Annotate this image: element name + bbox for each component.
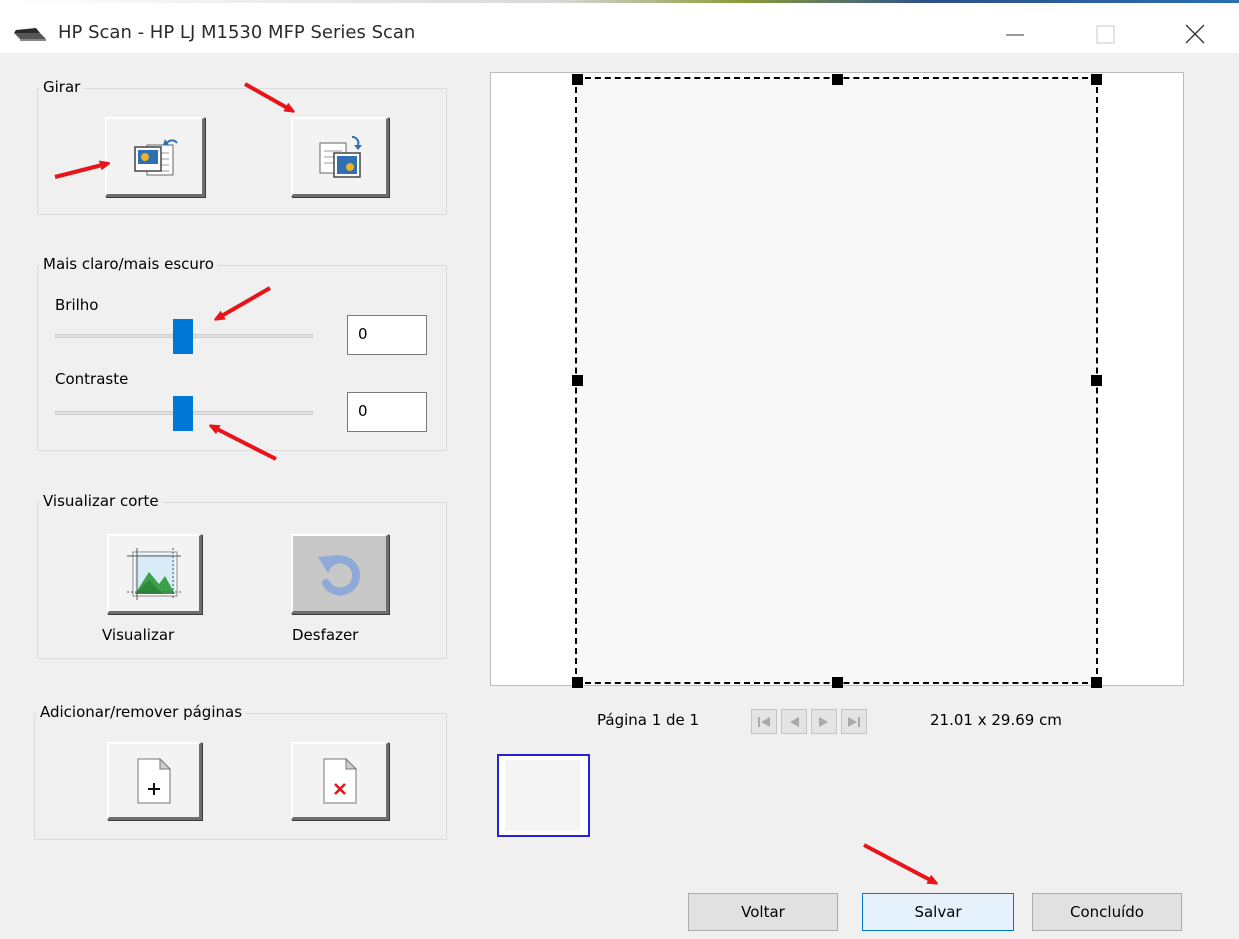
next-page-button[interactable] (811, 709, 837, 734)
prev-page-icon (790, 716, 799, 727)
brightness-group-label: Mais claro/mais escuro (40, 255, 217, 273)
crop-selection-box[interactable] (575, 77, 1098, 684)
brightness-label: Brilho (55, 296, 99, 314)
arrow-save (863, 843, 934, 882)
page-dimensions: 21.01 x 29.69 cm (930, 711, 1062, 729)
rotate-left-button[interactable] (105, 117, 205, 197)
last-page-button[interactable] (841, 709, 867, 734)
crop-preview-group-label: Visualizar corte (40, 492, 162, 510)
first-page-icon (758, 716, 770, 727)
preview-crop-button[interactable] (107, 534, 202, 614)
contrast-label: Contraste (55, 370, 129, 388)
page-thumbnail[interactable] (497, 754, 590, 837)
window-title: HP Scan - HP LJ M1530 MFP Series Scan (58, 22, 416, 43)
brightness-slider-thumb[interactable] (173, 319, 193, 354)
crop-handle-top-center[interactable] (832, 74, 843, 85)
crop-handle-top-left[interactable] (572, 74, 583, 85)
add-page-button[interactable] (107, 742, 202, 820)
close-icon (1185, 24, 1205, 44)
minimize-icon (1006, 34, 1024, 36)
brightness-value-field[interactable]: 0 (347, 315, 427, 355)
contrast-value-field[interactable]: 0 (347, 392, 427, 432)
save-button[interactable]: Salvar (862, 893, 1014, 931)
minimize-button[interactable] (992, 11, 1038, 51)
undo-icon (317, 554, 360, 595)
first-page-button[interactable] (751, 709, 777, 734)
crop-handle-middle-left[interactable] (572, 375, 583, 386)
preview-crop-label: Visualizar (102, 626, 175, 644)
scan-preview-area[interactable] (490, 72, 1184, 688)
prev-page-button[interactable] (781, 709, 807, 734)
rotate-right-icon (319, 135, 362, 178)
page-thumbnail-image (505, 760, 580, 831)
rotate-group-label: Girar (40, 78, 84, 96)
crop-handle-bottom-center[interactable] (832, 677, 843, 688)
maximize-icon (1096, 25, 1115, 44)
pages-group-label: Adicionar/remover páginas (37, 703, 246, 721)
done-button[interactable]: Concluído (1032, 893, 1182, 931)
crop-handle-top-right[interactable] (1091, 74, 1102, 85)
crop-handle-middle-right[interactable] (1091, 375, 1102, 386)
remove-page-icon (323, 757, 357, 803)
add-page-icon (137, 757, 172, 803)
next-page-icon (819, 716, 828, 727)
page-indicator: Página 1 de 1 (597, 711, 700, 729)
remove-page-button[interactable] (291, 742, 389, 820)
title-bar: HP Scan - HP LJ M1530 MFP Series Scan (0, 3, 1239, 53)
undo-button[interactable] (291, 534, 389, 614)
maximize-button[interactable] (1082, 11, 1128, 51)
back-button[interactable]: Voltar (688, 893, 838, 931)
rotate-right-button[interactable] (291, 117, 389, 197)
rotate-left-icon (133, 138, 178, 175)
last-page-icon (848, 716, 860, 727)
contrast-slider-thumb[interactable] (173, 396, 193, 431)
scanner-icon (14, 27, 46, 47)
crop-preview-icon (127, 547, 181, 600)
crop-handle-bottom-right[interactable] (1091, 677, 1102, 688)
undo-label: Desfazer (292, 626, 359, 644)
crop-handle-bottom-left[interactable] (572, 677, 583, 688)
close-button[interactable] (1172, 11, 1218, 51)
